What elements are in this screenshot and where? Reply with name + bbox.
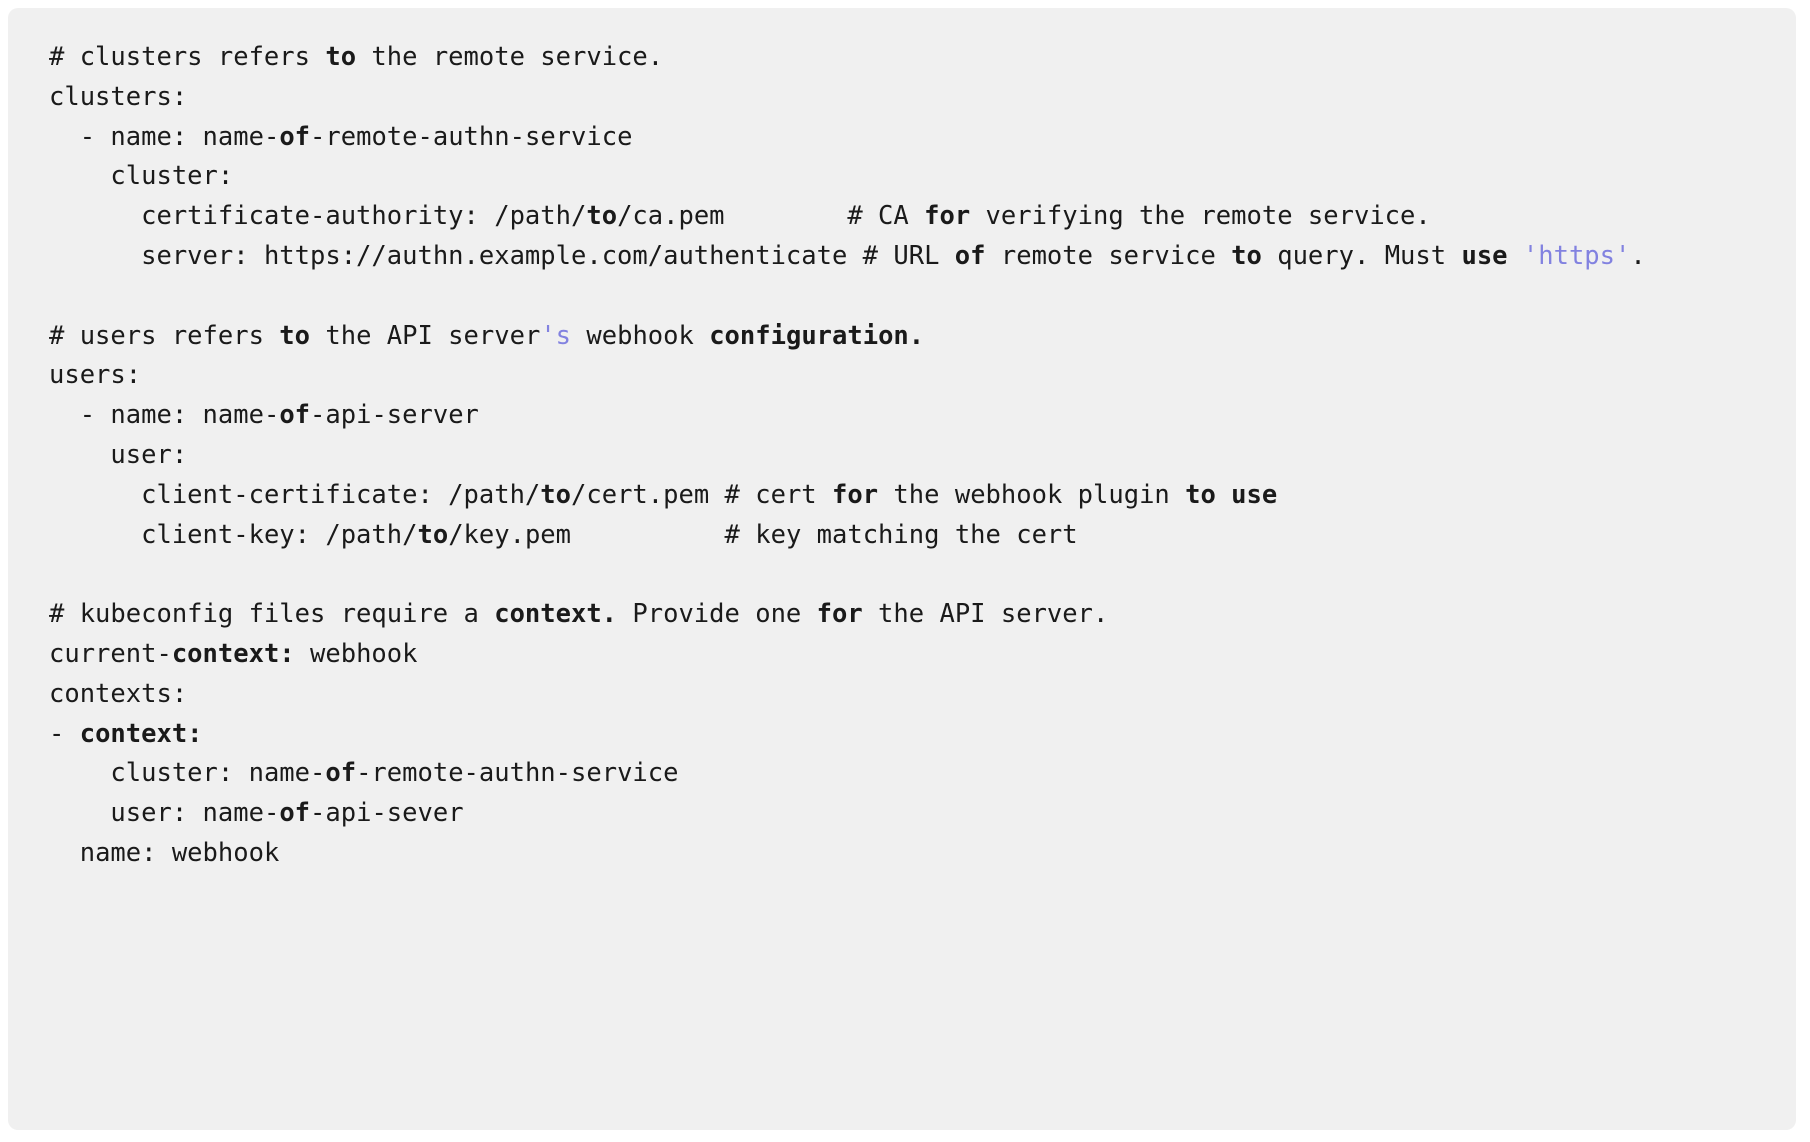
- code-token: -remote-authn-service: [356, 758, 679, 789]
- code-token: /ca.pem # CA: [617, 201, 925, 232]
- code-token: verifying the remote service.: [970, 201, 1431, 232]
- code-line: - context:: [49, 715, 1766, 755]
- code-token-bold: for: [924, 201, 971, 232]
- code-line: ​: [49, 555, 1766, 595]
- code-line: cluster: name-of-remote-authn-service: [49, 754, 1766, 794]
- code-token: name: webhook: [49, 837, 280, 868]
- code-token: -: [49, 718, 80, 749]
- code-token-bold: of: [279, 400, 311, 431]
- code-line: users:: [49, 356, 1766, 396]
- code-token: cluster:: [49, 161, 234, 192]
- code-line: # kubeconfig files require a context. Pr…: [49, 595, 1766, 635]
- code-line: current-context: webhook: [49, 635, 1766, 675]
- code-token-bold: of: [279, 798, 311, 829]
- code-block: # clusters refers to the remote service.…: [8, 8, 1796, 1130]
- code-token: -api-server: [310, 400, 479, 431]
- code-line: name: webhook: [49, 834, 1766, 874]
- code-token: # users refers: [49, 320, 280, 351]
- code-token: the API server: [310, 320, 541, 351]
- code-line: clusters:: [49, 78, 1766, 118]
- code-token: - name: name-: [49, 121, 280, 152]
- code-line: client-key: /path/to/key.pem # key match…: [49, 516, 1766, 556]
- code-token-bold: to: [586, 201, 618, 232]
- code-line: user:: [49, 436, 1766, 476]
- code-token-bold: to: [1231, 240, 1262, 271]
- code-token: webhook: [571, 320, 710, 351]
- code-token: server: https://authn.example.com/authen…: [49, 240, 955, 271]
- code-token: clusters:: [49, 81, 188, 112]
- code-token: -api-sever: [310, 798, 464, 829]
- code-token-bold: to: [279, 320, 311, 351]
- code-token: the remote service.: [356, 42, 664, 72]
- code-token-bold: to: [540, 479, 572, 510]
- code-token: contexts:: [49, 678, 188, 709]
- code-token-bold: to: [417, 519, 449, 550]
- code-token-bold: for: [832, 479, 879, 510]
- code-token: the webhook plugin: [878, 479, 1186, 510]
- code-token-bold: configuration.: [709, 320, 925, 351]
- code-line: server: https://authn.example.com/authen…: [49, 237, 1766, 277]
- code-line: # users refers to the API server's webho…: [49, 317, 1766, 357]
- code-token: -remote-authn-service: [310, 121, 633, 152]
- code-line: - name: name-of-api-server: [49, 396, 1766, 436]
- code-line: # clusters refers to the remote service.: [49, 38, 1766, 78]
- code-token-bold: for: [816, 599, 863, 630]
- code-line: certificate-authority: /path/to/ca.pem #…: [49, 197, 1766, 237]
- code-token: the API server.: [862, 599, 1109, 630]
- code-token: user: name-: [49, 798, 280, 829]
- code-token-bold: context:: [79, 718, 203, 749]
- code-line: - name: name-of-remote-authn-service: [49, 118, 1766, 158]
- code-token-bold: to: [325, 42, 357, 72]
- code-line: contexts:: [49, 675, 1766, 715]
- code-token-bold: to use: [1185, 479, 1278, 510]
- code-token: user:: [49, 439, 188, 470]
- code-token: client-key: /path/: [49, 519, 418, 550]
- code-token: # kubeconfig files require a: [49, 599, 495, 630]
- code-token: client-certificate: /path/: [49, 479, 541, 510]
- code-token-bold: of: [325, 758, 357, 789]
- code-token: .: [1630, 240, 1646, 271]
- code-token: /key.pem # key matching the cert: [448, 519, 1078, 550]
- code-token: users:: [49, 360, 142, 391]
- code-token: webhook: [294, 638, 418, 669]
- code-token-string: 'https': [1522, 240, 1631, 271]
- code-token: - name: name-: [49, 400, 280, 431]
- code-token: cluster: name-: [49, 758, 326, 789]
- code-token-bold: of: [279, 121, 311, 152]
- code-token: current-: [49, 638, 172, 669]
- code-line: ​: [49, 277, 1766, 317]
- code-token: certificate-authority: /path/: [49, 201, 587, 232]
- code-line: client-certificate: /path/to/cert.pem # …: [49, 476, 1766, 516]
- code-line: cluster:: [49, 157, 1766, 197]
- code-token: /cert.pem # cert: [571, 479, 833, 510]
- code-token-string: 's: [540, 320, 572, 351]
- code-line: user: name-of-api-sever: [49, 794, 1766, 834]
- code-token: remote service: [985, 240, 1232, 271]
- code-token: # clusters refers: [49, 42, 326, 72]
- code-token-bold: context.: [494, 599, 618, 630]
- code-token-bold: use: [1461, 240, 1508, 271]
- code-content[interactable]: # clusters refers to the remote service.…: [8, 8, 1796, 904]
- code-token: Provide one: [617, 599, 817, 630]
- code-token: query. Must: [1261, 240, 1462, 271]
- code-token-bold: of: [954, 240, 986, 271]
- code-token-bold: context:: [171, 638, 295, 669]
